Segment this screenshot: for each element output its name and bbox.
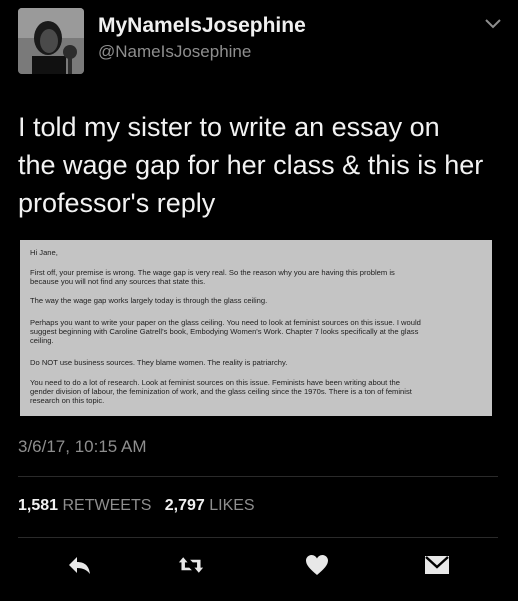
letter-line: The way the wage gap works largely today… [30,296,268,305]
avatar-photo [18,8,84,74]
tweet-text-line: I told my sister to write an essay on [18,112,440,142]
letter-paragraph: You need to do a lot of research. Look a… [30,378,485,405]
retweet-button[interactable] [178,552,204,578]
reply-icon [69,557,90,574]
retweets-label[interactable]: RETWEETS [63,497,152,514]
letter-greeting: Hi Jane, [30,248,485,257]
tweet-stats: 1,581 RETWEETS 2,797 LIKES [18,497,255,515]
divider [18,476,498,477]
letter-paragraph: Do NOT use business sources. They blame … [30,358,485,367]
letter-line: You need to do a lot of research. Look a… [30,378,400,387]
letter-line: suggest beginning with Caroline Gatrell'… [30,327,419,336]
letter-paragraph: The way the wage gap works largely today… [30,296,485,305]
letter-line: First off, your premise is wrong. The wa… [30,268,395,277]
retweet-icon [178,557,204,573]
likes-label[interactable]: LIKES [209,497,254,514]
retweets-count[interactable]: 1,581 [18,497,58,514]
likes-count[interactable]: 2,797 [165,497,205,514]
tweet-timestamp: 3/6/17, 10:15 AM [18,437,147,456]
letter-line: Perhaps you want to write your paper on … [30,318,421,327]
attached-letter-image[interactable]: Hi Jane, First off, your premise is wron… [20,240,492,416]
letter-line: ceiling. [30,336,54,345]
letter-paragraph: Perhaps you want to write your paper on … [30,318,485,345]
like-icon [306,555,328,575]
direct-message-button[interactable] [424,552,450,578]
letter-paragraph: First off, your premise is wrong. The wa… [30,268,485,286]
display-name[interactable]: MyNameIsJosephine [98,14,306,38]
letter-line: Do NOT use business sources. They blame … [30,358,288,367]
reply-button[interactable] [66,552,92,578]
avatar[interactable] [18,8,84,74]
tweet-text: I told my sister to write an essay on th… [18,108,508,222]
chevron-down-icon[interactable] [484,18,502,30]
divider [18,537,498,538]
letter-line: Hi Jane, [30,248,58,257]
letter-line: gender division of labour, the feminizat… [30,387,412,396]
letter-line: research on this topic. [30,396,105,405]
direct-message-icon [425,556,449,574]
letter-line: because you will not find any sources th… [30,277,206,286]
tweet-text-line: professor's reply [18,188,216,218]
tweet-actions [0,552,518,582]
like-button[interactable] [304,552,330,578]
user-handle[interactable]: @NameIsJosephine [98,42,251,62]
tweet-text-line: the wage gap for her class & this is her [18,150,484,180]
